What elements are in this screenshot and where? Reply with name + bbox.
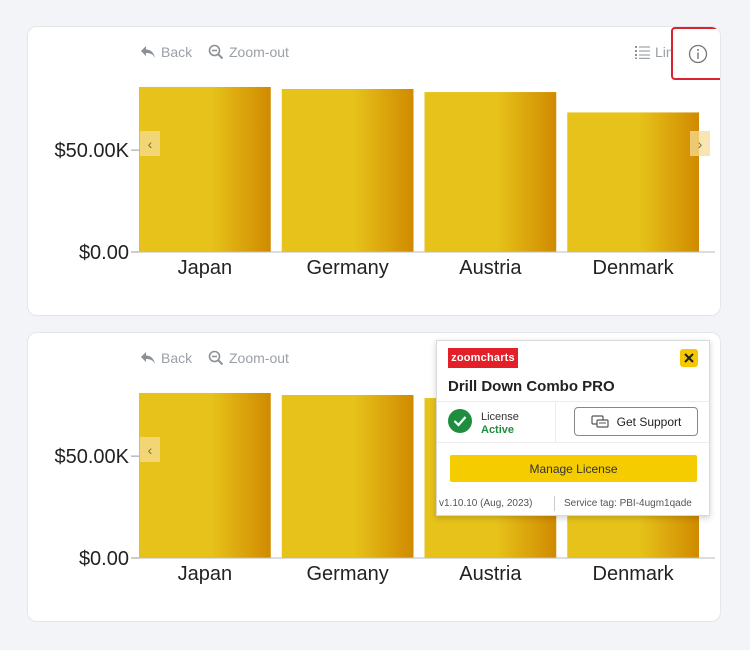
y-tick-label: $50.00K	[54, 446, 129, 468]
license-status-badge	[448, 409, 472, 433]
version-text: v1.10.10 (Aug, 2023)	[439, 498, 533, 509]
divider	[554, 496, 555, 511]
zoomcharts-logo: zoomcharts	[448, 348, 518, 368]
y-tick-label: $0.00	[79, 548, 129, 570]
get-support-label: Get Support	[616, 414, 682, 429]
scroll-left-button[interactable]: ‹	[140, 131, 160, 156]
scroll-right-button[interactable]: ›	[690, 131, 710, 156]
bar-germany[interactable]	[281, 89, 414, 252]
service-tag: Service tag: PBI-4ugm1qade	[564, 498, 692, 509]
scroll-left-button[interactable]: ‹	[140, 437, 160, 462]
x-tick-label: Denmark	[593, 563, 675, 585]
x-tick-label: Germany	[307, 563, 389, 585]
x-tick-label: Austria	[459, 257, 522, 279]
license-status: Active	[481, 424, 515, 436]
license-popup: zoomcharts Drill Down Combo PRO License …	[436, 340, 710, 516]
bar-japan[interactable]	[139, 392, 271, 558]
divider	[437, 401, 709, 402]
y-tick-label: $0.00	[79, 242, 129, 264]
get-support-button[interactable]: Get Support	[574, 407, 698, 436]
x-tick-label: Austria	[459, 563, 522, 585]
close-icon	[684, 353, 694, 363]
check-icon	[453, 416, 467, 427]
license-label: License	[481, 411, 519, 423]
close-button[interactable]	[680, 349, 698, 367]
chart-card-top: Back Zoom-out Lin $0.00 $50.00K Japan Germa…	[27, 26, 721, 316]
manage-license-button[interactable]: Manage License	[450, 455, 697, 482]
x-tick-label: Denmark	[593, 257, 675, 279]
bar-chart-top: $0.00 $50.00K Japan Germany Austria Denmark	[54, 86, 715, 279]
divider	[555, 402, 556, 442]
bar-japan[interactable]	[139, 86, 271, 253]
x-tick-label: Germany	[307, 257, 389, 279]
popup-title: Drill Down Combo PRO	[448, 378, 615, 395]
chevron-left-icon: ‹	[147, 441, 153, 458]
x-tick-label: Japan	[178, 563, 233, 585]
chat-icon	[591, 414, 609, 428]
bar-germany[interactable]	[281, 395, 414, 558]
x-tick-label: Japan	[178, 257, 233, 279]
y-tick-label: $50.00K	[54, 140, 129, 162]
divider	[437, 442, 709, 443]
bar-austria[interactable]	[424, 92, 557, 253]
bar-denmark[interactable]	[567, 112, 699, 253]
chevron-left-icon: ‹	[147, 135, 153, 152]
chevron-right-icon: ›	[697, 135, 703, 152]
